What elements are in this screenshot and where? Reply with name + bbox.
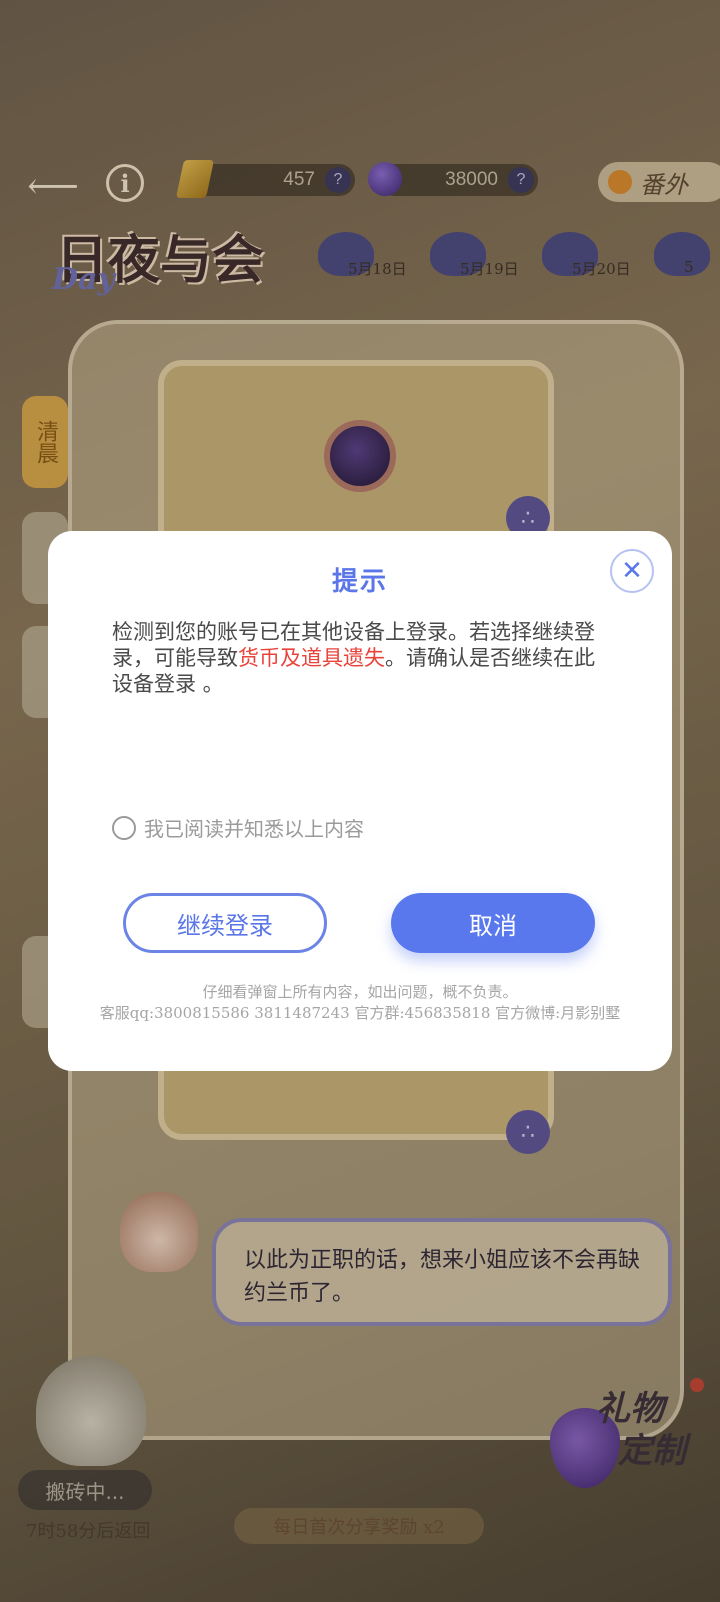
close-icon[interactable]: ✕: [610, 549, 654, 593]
continue-login-button[interactable]: 继续登录: [123, 893, 327, 953]
agree-radio[interactable]: [112, 815, 136, 840]
cancel-button[interactable]: 取消: [391, 893, 595, 953]
agree-checkbox-row[interactable]: 我已阅读并知悉以上内容: [112, 813, 364, 842]
dialog-message: 检测到您的账号已在其他设备上登录。若选择继续登录，可能导致货币及道具遗失。请确认…: [112, 619, 602, 697]
footnote-contact: 客服qq:3800815586 3811487243 官方群:456835818…: [99, 1004, 621, 1022]
footnote-disclaimer: 仔细看弹窗上所有内容，如出问题，概不负责。: [202, 983, 518, 1001]
login-warning-dialog: 提示 ✕ 检测到您的账号已在其他设备上登录。若选择继续登录，可能导致货币及道具遗…: [48, 531, 672, 1071]
agree-label: 我已阅读并知悉以上内容: [144, 817, 364, 841]
dialog-footnote: 仔细看弹窗上所有内容，如出问题，概不负责。 客服qq:3800815586 38…: [48, 982, 672, 1024]
dialog-title: 提示: [331, 567, 388, 597]
message-warning: 货币及道具遗失: [238, 646, 385, 670]
